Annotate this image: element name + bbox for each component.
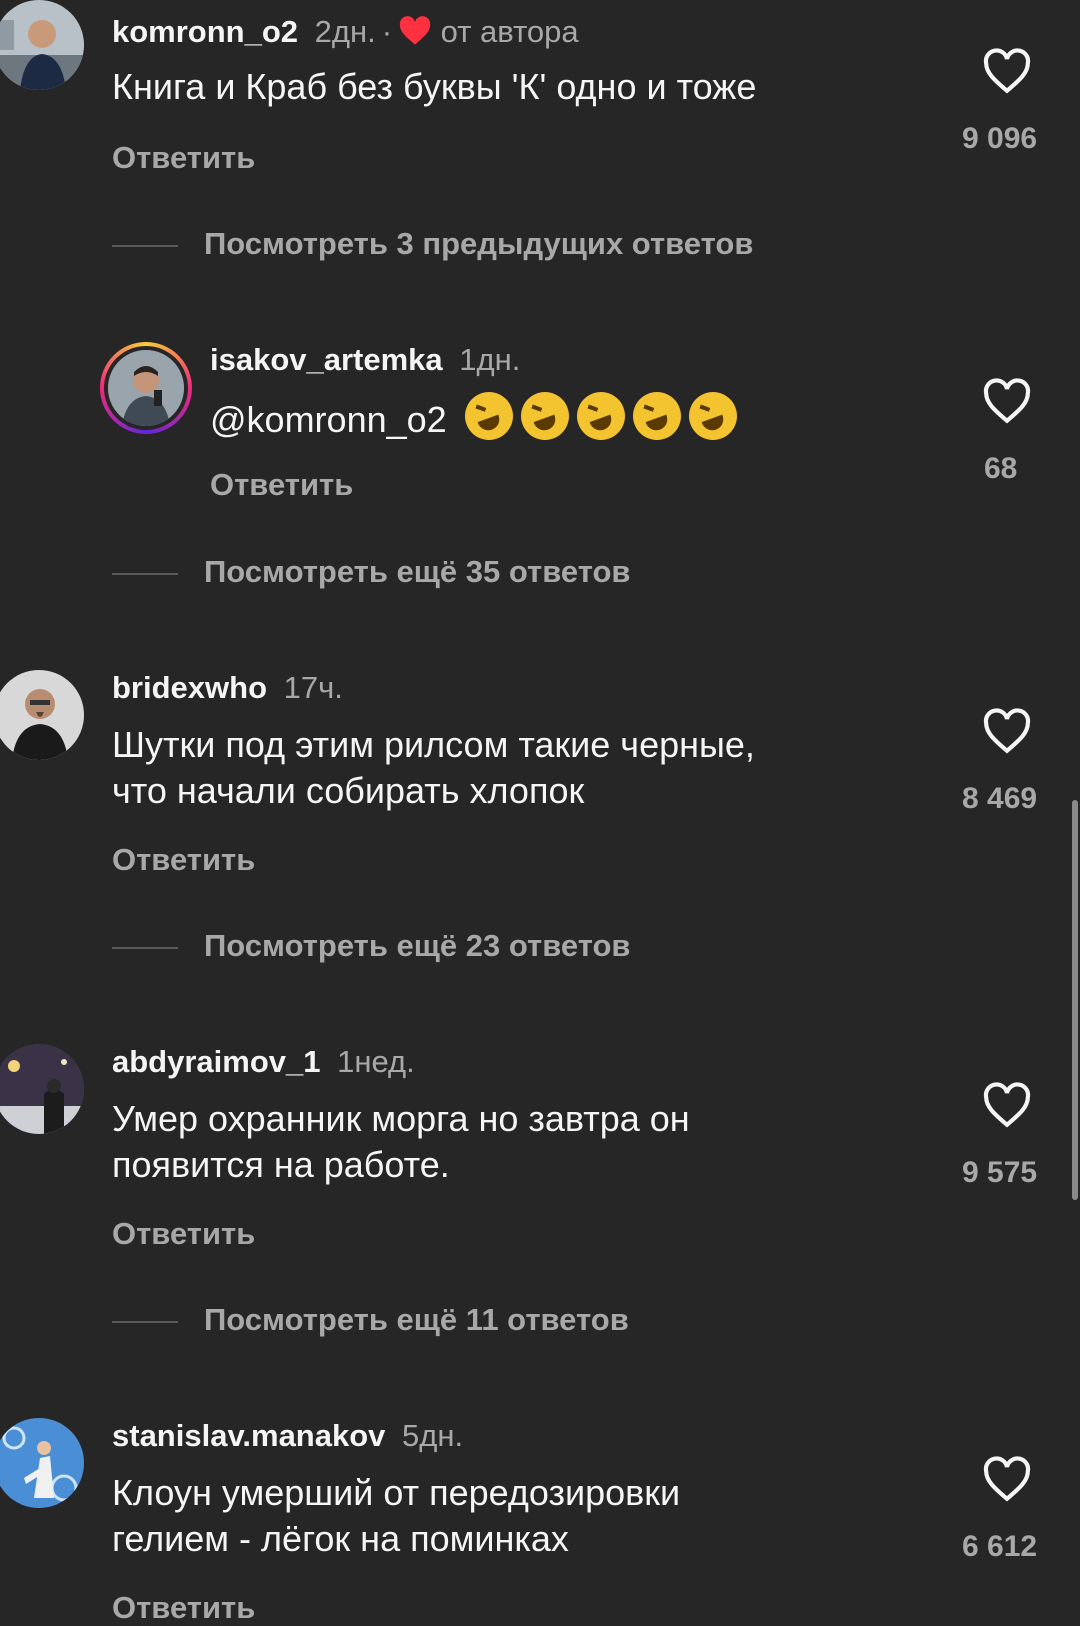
reply-button[interactable]: Ответить bbox=[112, 842, 255, 878]
author-liked-heart-icon bbox=[398, 16, 432, 54]
heart-outline-icon bbox=[983, 1082, 1031, 1128]
divider bbox=[112, 244, 178, 247]
comment-text-line: Шутки под этим рилсом такие черные, bbox=[112, 724, 755, 765]
comment-text-line: что начали собирать хлопок bbox=[112, 770, 585, 811]
avatar bbox=[108, 350, 184, 426]
reply-button[interactable]: Ответить bbox=[210, 467, 353, 503]
view-replies-button[interactable]: Посмотреть ещё 23 ответов bbox=[112, 928, 630, 964]
avatar[interactable] bbox=[0, 1418, 84, 1508]
view-replies-button[interactable]: Посмотреть ещё 11 ответов bbox=[112, 1302, 629, 1338]
like-count: 6 612 bbox=[962, 1530, 1038, 1563]
heart-outline-icon bbox=[983, 48, 1031, 94]
avatar[interactable] bbox=[0, 0, 84, 90]
mention-link[interactable]: @komronn_o2 bbox=[210, 399, 447, 440]
comment-text: Шутки под этим рилсом такие черные, что н… bbox=[112, 722, 755, 814]
comment-text-line: Книга и Краб без буквы 'К' одно и тоже bbox=[112, 66, 757, 107]
divider bbox=[112, 946, 178, 949]
comment-header: stanislav.manakov 5дн. bbox=[112, 1418, 463, 1454]
like-count: 8 469 bbox=[962, 782, 1038, 815]
like-count: 68 bbox=[984, 452, 1018, 485]
author-badge-label: от автора bbox=[440, 14, 579, 49]
view-replies-button[interactable]: Посмотреть ещё 35 ответов bbox=[112, 554, 630, 590]
scrollbar[interactable] bbox=[1072, 800, 1078, 1200]
rofl-emoji-icon bbox=[520, 392, 569, 440]
reply-button[interactable]: Ответить bbox=[112, 1216, 255, 1252]
comment-header: isakov_artemka 1дн. bbox=[210, 342, 520, 378]
comment-header: abdyraimov_1 1нед. bbox=[112, 1044, 415, 1080]
view-replies-label: Посмотреть ещё 23 ответов bbox=[204, 928, 631, 963]
view-replies-button[interactable]: Посмотреть 3 предыдущих ответов bbox=[112, 226, 753, 262]
rofl-emoji-icon bbox=[632, 392, 681, 440]
view-replies-label: Посмотреть 3 предыдущих ответов bbox=[204, 226, 754, 261]
divider bbox=[112, 572, 178, 575]
rofl-emoji-icon bbox=[464, 392, 513, 440]
comment-header: komronn_o2 2дн. · от автора bbox=[112, 14, 579, 54]
timestamp: 1нед. bbox=[337, 1044, 415, 1079]
comment-text-line: Умер охранник морга но завтра он bbox=[112, 1098, 690, 1139]
rofl-emoji-icon bbox=[576, 392, 625, 440]
like-button[interactable] bbox=[962, 1456, 1052, 1502]
timestamp: 5дн. bbox=[402, 1418, 464, 1453]
like-button[interactable] bbox=[962, 378, 1052, 424]
avatar[interactable] bbox=[0, 670, 84, 760]
timestamp: 17ч. bbox=[283, 670, 343, 705]
rofl-emoji-icon bbox=[688, 392, 737, 440]
like-count: 9 575 bbox=[962, 1156, 1038, 1189]
username[interactable]: bridexwho bbox=[112, 670, 267, 705]
story-ring[interactable] bbox=[100, 342, 192, 434]
comment-text-line: появится на работе. bbox=[112, 1144, 450, 1185]
reply-button[interactable]: Ответить bbox=[112, 140, 255, 176]
like-button[interactable] bbox=[962, 708, 1052, 754]
comment-text: Книга и Краб без буквы 'К' одно и тоже bbox=[112, 64, 756, 110]
heart-outline-icon bbox=[983, 708, 1031, 754]
heart-outline-icon bbox=[983, 1456, 1031, 1502]
timestamp: 1дн. bbox=[459, 342, 521, 377]
username[interactable]: abdyraimov_1 bbox=[112, 1044, 321, 1079]
separator-dot: · bbox=[381, 14, 393, 49]
like-count: 9 096 bbox=[962, 122, 1038, 155]
comment-text: Клоун умерший от передозировки гелием - л… bbox=[112, 1470, 680, 1562]
like-button[interactable] bbox=[962, 1082, 1052, 1128]
username[interactable]: komronn_o2 bbox=[112, 14, 298, 49]
heart-outline-icon bbox=[983, 378, 1031, 424]
comment-text: @komronn_o2 bbox=[210, 392, 737, 443]
view-replies-label: Посмотреть ещё 35 ответов bbox=[204, 554, 631, 589]
avatar[interactable] bbox=[0, 1044, 84, 1134]
reply-button[interactable]: Ответить bbox=[112, 1590, 255, 1626]
comment-text-line: гелием - лёгок на поминках bbox=[112, 1518, 569, 1559]
username[interactable]: stanislav.manakov bbox=[112, 1418, 385, 1453]
comment-header: bridexwho 17ч. bbox=[112, 670, 343, 706]
like-button[interactable] bbox=[962, 48, 1052, 94]
divider bbox=[112, 1320, 178, 1323]
view-replies-label: Посмотреть ещё 11 ответов bbox=[204, 1302, 629, 1337]
comment-text: Умер охранник морга но завтра он появится… bbox=[112, 1096, 690, 1188]
comment-text-line: Клоун умерший от передозировки bbox=[112, 1472, 681, 1513]
username[interactable]: isakov_artemka bbox=[210, 342, 443, 377]
timestamp: 2дн. bbox=[314, 14, 376, 49]
